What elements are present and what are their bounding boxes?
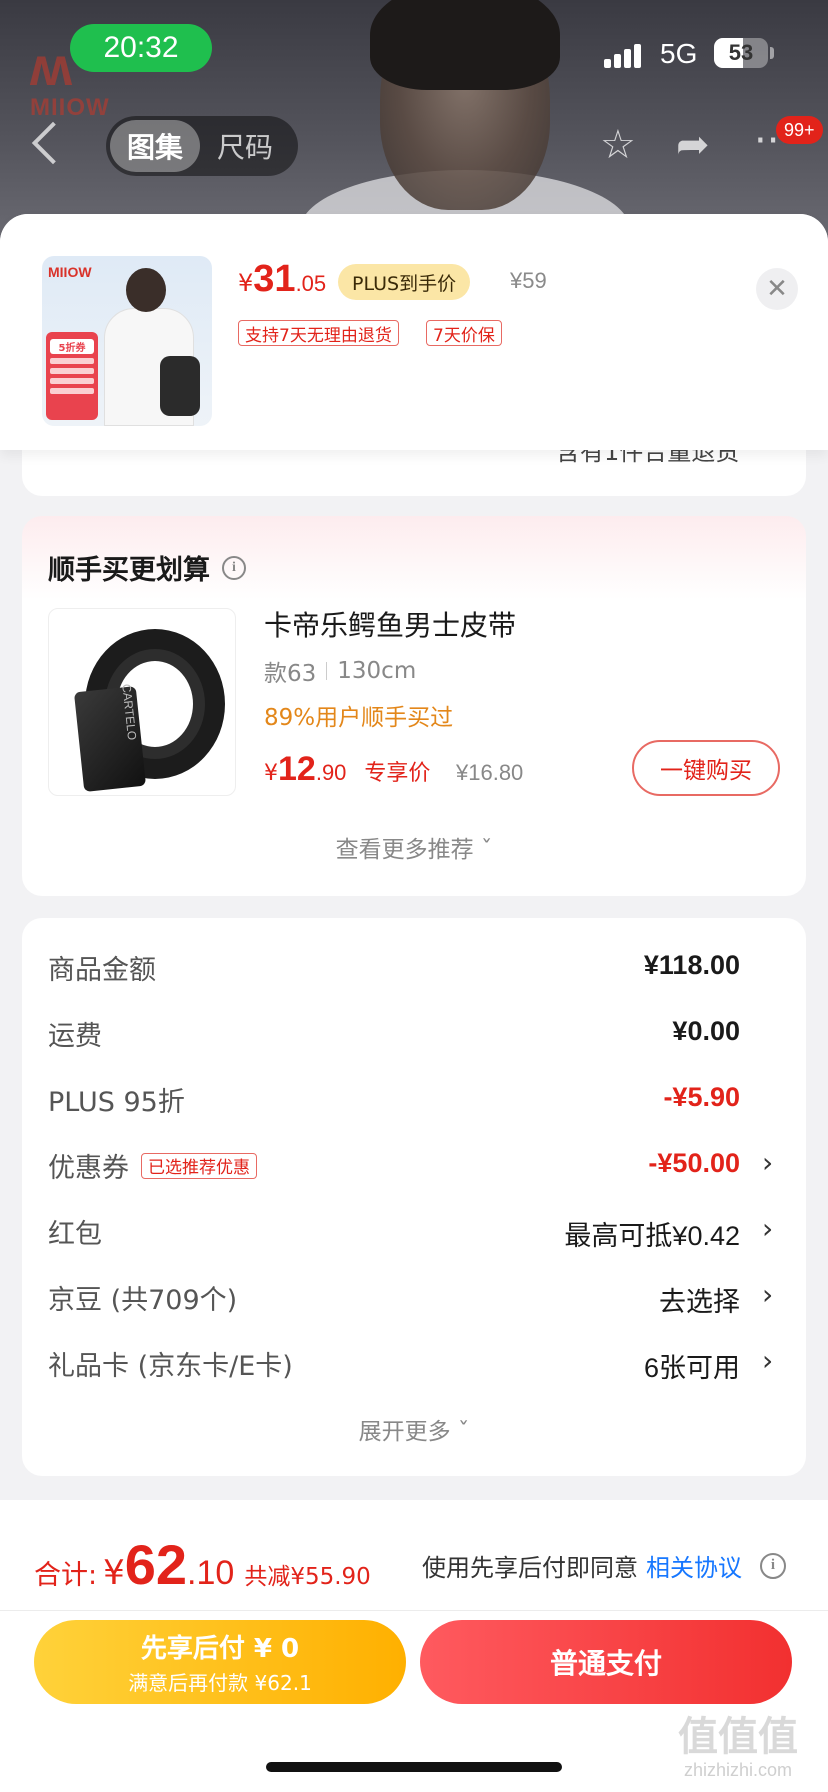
belt-price-currency: ¥ xyxy=(264,761,278,786)
row-label-coupon[interactable]: 优惠券 已选推荐优惠 xyxy=(48,1146,257,1185)
original-price: ¥59 xyxy=(510,268,547,293)
status-time: 20:32 xyxy=(70,24,212,72)
tab-size[interactable]: 尺码 xyxy=(200,120,290,172)
star-icon[interactable]: ☆ xyxy=(600,122,636,168)
price-integer: 31 xyxy=(253,258,296,300)
row-value-goods-amount: ¥118.00 xyxy=(643,950,740,980)
watermark-url: zhizhizhi.com xyxy=(684,1760,793,1780)
model-photo-hair xyxy=(370,0,560,90)
price-currency: ¥ xyxy=(238,269,254,297)
expand-more-link[interactable]: 展开更多 ˇ xyxy=(0,1412,828,1446)
one-click-buy-button[interactable]: 一键购买 xyxy=(632,740,780,796)
total-integer: 62 xyxy=(124,1533,188,1596)
total-saved: 共减¥55.90 xyxy=(244,1564,371,1590)
row-value-gift-card[interactable]: 6张可用 xyxy=(644,1346,740,1385)
gallery-tab-switch: 图集 尺码 xyxy=(106,116,298,176)
battery-level: 53 xyxy=(728,40,754,65)
row-label-plus-discount: PLUS 95折 xyxy=(48,1087,185,1118)
row-value-shipping: ¥0.00 xyxy=(672,1016,740,1046)
order-summary-card xyxy=(22,918,806,1476)
total-label: 合计: xyxy=(34,1560,98,1591)
pay-later-button[interactable]: 先享后付 ¥ 0 满意后再付款 ¥62.1 xyxy=(34,1620,406,1704)
agreement-link[interactable]: 相关协议 xyxy=(646,1548,742,1583)
belt-price: ¥ 12 .90 专享价 xyxy=(264,750,430,789)
info-icon[interactable]: i xyxy=(222,555,246,580)
row-label-goods-amount: 商品金额 xyxy=(48,955,156,986)
return-policy-tag: 支持7天无理由退货 xyxy=(238,320,399,346)
pay-later-subtitle: 满意后再付款 ¥62.1 xyxy=(128,1671,312,1695)
coupon-selected-tag: 已选推荐优惠 xyxy=(141,1152,257,1179)
pay-later-title: 先享后付 ¥ 0 xyxy=(140,1634,300,1664)
tab-gallery[interactable]: 图集 xyxy=(110,120,200,172)
product-thumbnail[interactable]: MIIOW 5折券 xyxy=(42,256,212,426)
signal-icon xyxy=(604,42,648,68)
row-value-jd-beans[interactable]: 去选择 xyxy=(659,1280,740,1319)
chevron-right-icon[interactable]: › xyxy=(762,1212,773,1245)
row-label-jd-beans: 京豆 (共709个) xyxy=(48,1285,238,1316)
belt-product-image[interactable]: CARTELO xyxy=(48,608,236,796)
recommend-title: 顺手买更划算 i xyxy=(48,548,246,587)
agreement-notice: 使用先享后付即同意 相关协议 i xyxy=(422,1548,786,1583)
belt-spec: 款63 130cm xyxy=(264,654,416,688)
footer-divider xyxy=(0,1610,828,1611)
order-total: 合计: ¥ 62 .10 共减¥55.90 xyxy=(34,1532,371,1596)
product-price: ¥ 31 .05 xyxy=(238,258,326,308)
row-value-red-packet[interactable]: 最高可抵¥0.42 xyxy=(564,1214,740,1253)
thumb-promo-text: 5折券 xyxy=(50,339,94,354)
cart-count-badge: 99+ xyxy=(776,116,823,144)
more-recommendations-label: 查看更多推荐 xyxy=(335,837,474,863)
total-decimal: .10 xyxy=(187,1554,235,1592)
expand-more-label: 展开更多 xyxy=(358,1419,451,1445)
row-label-gift-card: 礼品卡 (京东卡/E卡) xyxy=(48,1351,293,1382)
plus-price-tag: PLUS到手价 xyxy=(338,264,471,300)
chevron-right-icon[interactable]: › xyxy=(762,1344,773,1377)
normal-pay-button[interactable]: 普通支付 xyxy=(420,1620,792,1704)
chevron-right-icon[interactable]: › xyxy=(762,1278,773,1311)
price-protect-tag: 7天价保 xyxy=(426,320,502,346)
chevron-right-icon[interactable]: › xyxy=(762,1146,773,1179)
battery-icon: 53 xyxy=(714,38,768,68)
network-type: 5G xyxy=(660,38,698,69)
row-label-shipping: 运费 xyxy=(48,1021,102,1052)
belt-style: 款63 xyxy=(264,661,317,687)
share-icon[interactable]: ➦ xyxy=(676,122,710,168)
row-value-plus-discount: -¥5.90 xyxy=(663,1082,740,1112)
belt-original-price: ¥16.80 xyxy=(456,760,524,785)
belt-user-stat: 89%用户顺手买过 xyxy=(264,705,454,731)
belt-price-label: 专享价 xyxy=(364,761,431,786)
home-indicator[interactable] xyxy=(266,1762,562,1772)
chevron-down-icon: ˇ xyxy=(480,837,493,863)
coupon-label: 优惠券 xyxy=(48,1153,129,1184)
price-decimal: .05 xyxy=(295,271,327,296)
total-currency: ¥ xyxy=(103,1553,125,1593)
thumb-logo: MIIOW xyxy=(48,264,92,280)
close-button[interactable]: ✕ xyxy=(756,268,798,310)
thumb-bag xyxy=(160,356,200,416)
battery-tip xyxy=(770,47,774,59)
row-label-red-packet: 红包 xyxy=(48,1219,102,1250)
close-icon: ✕ xyxy=(766,274,788,304)
thumb-promo-banner: 5折券 xyxy=(46,332,98,420)
thumb-model-head xyxy=(126,268,166,312)
row-value-coupon[interactable]: -¥50.00 xyxy=(648,1148,740,1179)
recommend-title-text: 顺手买更划算 xyxy=(48,555,210,586)
belt-size: 130cm xyxy=(337,658,417,684)
chevron-down-icon: ˇ xyxy=(457,1419,470,1445)
info-icon[interactable]: i xyxy=(760,1552,786,1579)
agreement-text: 使用先享后付即同意 xyxy=(422,1554,638,1582)
belt-price-integer: 12 xyxy=(278,750,316,788)
belt-price-decimal: .90 xyxy=(315,760,347,785)
belt-product-name[interactable]: 卡帝乐鳄鱼男士皮带 xyxy=(264,604,516,644)
more-recommendations-link[interactable]: 查看更多推荐 ˇ xyxy=(0,830,828,864)
watermark-logo: 值值值 xyxy=(678,1714,798,1760)
